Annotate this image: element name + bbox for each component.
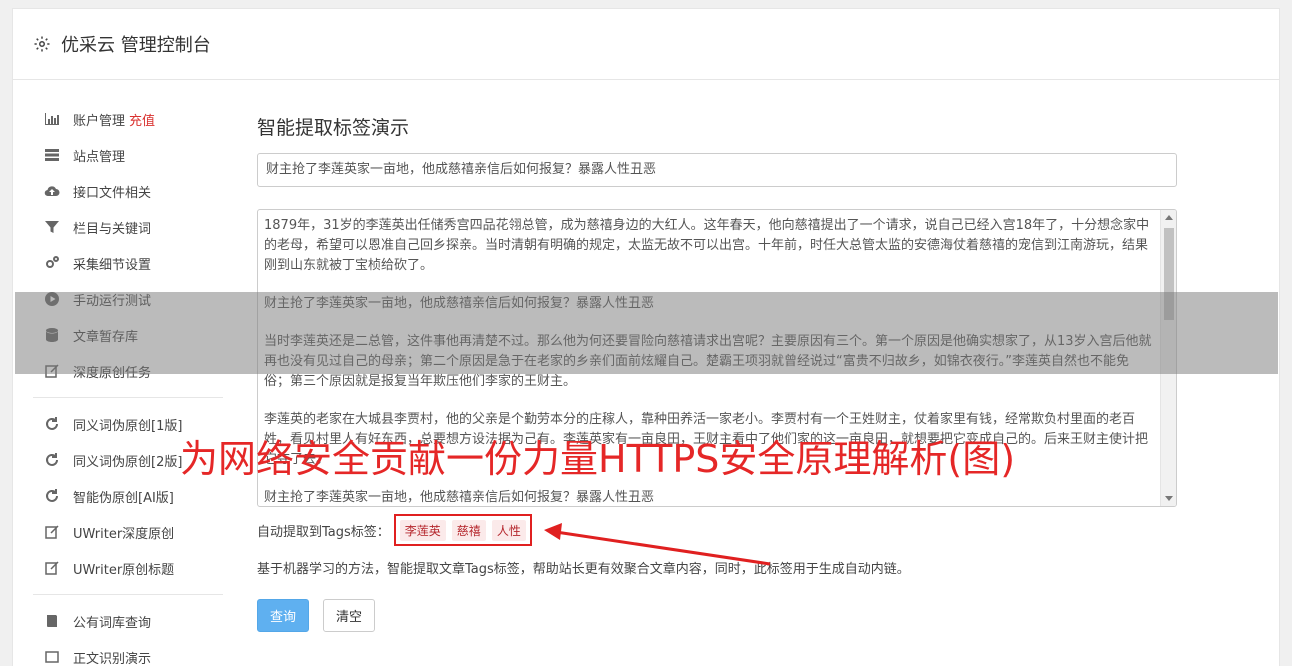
sidebar-item-public-lexicon[interactable]: 公有词库查询: [33, 603, 223, 639]
tags-label: 自动提取到Tags标签：: [257, 524, 390, 540]
recharge-link[interactable]: 充值: [129, 110, 155, 129]
sidebar-item-ai-original[interactable]: 智能伪原创[AI版]: [33, 478, 223, 514]
tag-chip: 慈禧: [451, 519, 486, 541]
action-buttons: 查询 清空: [257, 599, 1177, 632]
sidebar-item-label: 智能伪原创[AI版]: [73, 490, 174, 506]
refresh-icon: [43, 452, 61, 468]
scroll-down-icon[interactable]: [1165, 496, 1173, 501]
query-button[interactable]: 查询: [257, 599, 310, 632]
red-arrow-icon: [544, 523, 771, 566]
cloud-upload-icon: [43, 183, 61, 199]
sidebar-item-collect-settings[interactable]: 采集细节设置: [33, 245, 223, 281]
sidebar-item-label: 账户管理: [73, 113, 126, 129]
clear-button[interactable]: 清空: [323, 599, 376, 632]
cogs-icon: [43, 255, 61, 271]
sidebar-divider: [33, 397, 223, 398]
article-title-input[interactable]: 财主抢了李莲英家一亩地，他成慈禧亲信后如何报复？暴露人性丑恶: [257, 153, 1177, 187]
sidebar-item-uwriter-deep[interactable]: UWriter深度原创: [33, 514, 223, 550]
edit-icon: [43, 560, 61, 576]
page-header-title: 优采云 管理控制台: [61, 35, 211, 56]
tags-highlight-box: 李莲英 慈禧 人性: [393, 514, 532, 546]
sidebar-item-account[interactable]: 账户管理 充值: [33, 101, 223, 137]
sidebar-item-label: 同义词伪原创[2版]: [73, 454, 183, 470]
body-paragraph: 财主抢了李莲英家一亩地，他成慈禧亲信后如何报复？暴露人性丑恶: [264, 490, 655, 505]
tag-chip: 李莲英: [399, 519, 446, 541]
window-icon: [43, 649, 61, 665]
book-icon: [43, 613, 61, 629]
edit-icon: [43, 524, 61, 540]
sidebar-item-columns-keywords[interactable]: 栏目与关键词: [33, 209, 223, 245]
gear-icon: [34, 36, 50, 52]
sidebar-item-sites[interactable]: 站点管理: [33, 137, 223, 173]
refresh-icon: [43, 488, 61, 504]
sidebar-item-uwriter-title[interactable]: UWriter原创标题: [33, 550, 223, 586]
sidebar-item-body-recognition[interactable]: 正文识别演示: [33, 639, 223, 666]
sidebar: 账户管理 充值 站点管理 接口文件相关 栏目与关键词 采集细节设置 手动运行测试…: [33, 101, 223, 666]
scroll-up-icon[interactable]: [1165, 215, 1173, 220]
sidebar-item-label: 站点管理: [73, 149, 126, 165]
overlay-band: [15, 292, 1278, 374]
server-icon: [43, 147, 61, 163]
refresh-icon: [43, 416, 61, 432]
page-title: 智能提取标签演示: [257, 117, 410, 139]
sidebar-item-label: 正文识别演示: [73, 651, 152, 666]
sidebar-divider: [33, 594, 223, 595]
bar-chart-icon: [43, 111, 61, 127]
sidebar-item-api-files[interactable]: 接口文件相关: [33, 173, 223, 209]
sidebar-item-label: UWriter深度原创: [73, 526, 175, 542]
header: 优采云 管理控制台: [13, 9, 1279, 80]
sidebar-item-label: 同义词伪原创[1版]: [73, 418, 183, 434]
sidebar-item-label: UWriter原创标题: [73, 562, 175, 578]
filter-icon: [43, 219, 61, 235]
body-paragraph: 1879年，31岁的李莲英出任储秀宫四品花翎总管，成为慈禧身边的大红人。这年春天…: [264, 218, 1150, 273]
sidebar-item-label: 采集细节设置: [73, 257, 152, 273]
sidebar-item-label: 栏目与关键词: [73, 221, 152, 237]
sidebar-item-label: 公有词库查询: [73, 615, 152, 631]
tag-chip: 人性: [491, 519, 526, 541]
sidebar-item-label: 接口文件相关: [73, 185, 152, 201]
watermark-text: 为网络安全贡献一份力量HTTPS安全原理解析(图): [180, 437, 1016, 481]
